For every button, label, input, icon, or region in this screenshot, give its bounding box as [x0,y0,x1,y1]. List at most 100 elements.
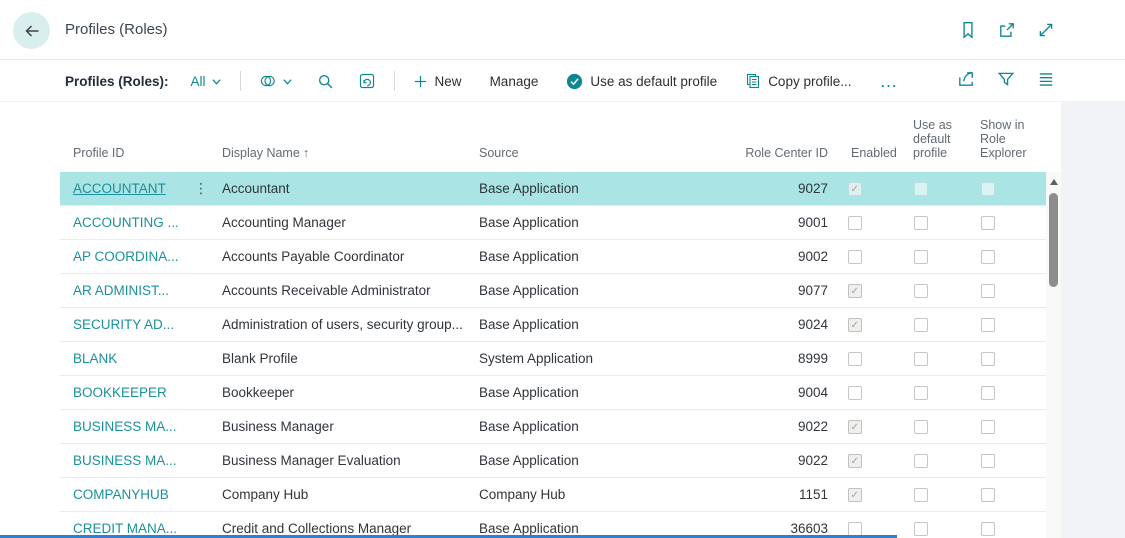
table-row[interactable]: AR ADMINIST... Accounts Receivable Admin… [60,274,1046,308]
back-button[interactable] [13,12,50,49]
table-row[interactable]: ACCOUNTANT ⋮ Accountant Base Application… [60,172,1046,206]
column-header-display-name[interactable]: Display Name↑ [222,146,309,160]
role-center-id-cell[interactable]: 9001 [700,206,828,239]
enabled-checkbox[interactable] [848,216,862,230]
copy-profile-button[interactable]: Copy profile... [745,73,851,89]
display-name-cell[interactable]: Business Manager [222,410,470,443]
use-as-default-checkbox[interactable] [914,284,928,298]
row-menu-icon[interactable] [190,240,212,273]
show-in-role-explorer-checkbox[interactable] [981,216,995,230]
table-row[interactable]: BLANK Blank Profile System Application 8… [60,342,1046,376]
display-name-cell[interactable]: Accounts Receivable Administrator [222,274,470,307]
enabled-checkbox[interactable] [848,352,862,366]
bookmark-icon[interactable] [959,21,977,39]
column-header-show-in-role-explorer[interactable]: Show in Role Explorer [980,118,1036,160]
row-menu-icon[interactable] [190,274,212,307]
enabled-checkbox[interactable] [848,420,862,434]
show-in-role-explorer-checkbox[interactable] [981,454,995,468]
row-menu-icon[interactable] [190,410,212,443]
enabled-checkbox[interactable] [848,522,862,536]
table-row[interactable]: BUSINESS MA... Business Manager Evaluati… [60,444,1046,478]
row-menu-icon[interactable] [190,444,212,477]
enabled-checkbox[interactable] [848,318,862,332]
use-as-default-checkbox[interactable] [914,250,928,264]
profile-id-link[interactable]: ACCOUNTING ... [73,206,189,239]
row-menu-icon[interactable] [190,478,212,511]
show-in-role-explorer-checkbox[interactable] [981,182,995,196]
column-header-enabled[interactable]: Enabled [851,146,897,160]
enabled-checkbox[interactable] [848,284,862,298]
enabled-checkbox[interactable] [848,386,862,400]
use-as-default-profile-button[interactable]: Use as default profile [566,73,717,90]
profile-id-link[interactable]: ACCOUNTANT [73,172,189,205]
use-as-default-checkbox[interactable] [914,352,928,366]
role-center-id-cell[interactable]: 9002 [700,240,828,273]
source-cell[interactable]: Base Application [479,376,689,409]
role-center-id-cell[interactable]: 1151 [700,478,828,511]
enabled-checkbox[interactable] [848,182,862,196]
row-menu-icon[interactable] [190,308,212,341]
display-name-cell[interactable]: Accounts Payable Coordinator [222,240,470,273]
table-row[interactable]: ACCOUNTING ... Accounting Manager Base A… [60,206,1046,240]
show-in-role-explorer-checkbox[interactable] [981,488,995,502]
source-cell[interactable]: Company Hub [479,478,689,511]
manage-button[interactable]: Manage [490,74,539,89]
use-as-default-checkbox[interactable] [914,386,928,400]
use-as-default-checkbox[interactable] [914,454,928,468]
source-cell[interactable]: Base Application [479,172,689,205]
profile-id-link[interactable]: BUSINESS MA... [73,410,189,443]
display-name-cell[interactable]: Accountant [222,172,470,205]
source-cell[interactable]: Base Application [479,274,689,307]
use-as-default-checkbox[interactable] [914,522,928,536]
search-icon[interactable] [317,73,334,90]
use-as-default-checkbox[interactable] [914,182,928,196]
role-center-id-cell[interactable]: 8999 [700,342,828,375]
role-center-id-cell[interactable]: 9004 [700,376,828,409]
analyze-icon[interactable] [358,72,376,90]
show-in-role-explorer-checkbox[interactable] [981,386,995,400]
show-in-role-explorer-checkbox[interactable] [981,318,995,332]
column-header-profile-id[interactable]: Profile ID [73,146,124,160]
profile-id-link[interactable]: AP COORDINA... [73,240,189,273]
share-icon[interactable] [957,70,975,88]
source-cell[interactable]: Base Application [479,444,689,477]
use-as-default-checkbox[interactable] [914,488,928,502]
open-in-new-window-icon[interactable] [998,21,1016,39]
view-filter-dropdown[interactable]: All [191,74,222,89]
display-name-cell[interactable]: Company Hub [222,478,470,511]
display-name-cell[interactable]: Business Manager Evaluation [222,444,470,477]
source-cell[interactable]: Base Application [479,206,689,239]
profile-id-link[interactable]: COMPANYHUB [73,478,189,511]
enabled-checkbox[interactable] [848,250,862,264]
source-cell[interactable]: System Application [479,342,689,375]
enabled-checkbox[interactable] [848,454,862,468]
source-cell[interactable]: Base Application [479,308,689,341]
display-name-cell[interactable]: Bookkeeper [222,376,470,409]
filter-icon[interactable] [997,70,1015,88]
column-header-role-center-id[interactable]: Role Center ID [700,146,828,160]
table-row[interactable]: BUSINESS MA... Business Manager Base App… [60,410,1046,444]
profile-id-link[interactable]: BUSINESS MA... [73,444,189,477]
scrollbar-thumb[interactable] [1049,193,1058,287]
show-in-role-explorer-checkbox[interactable] [981,352,995,366]
show-in-role-explorer-checkbox[interactable] [981,420,995,434]
source-cell[interactable]: Base Application [479,410,689,443]
new-button[interactable]: New [413,74,462,89]
use-as-default-checkbox[interactable] [914,318,928,332]
show-in-role-explorer-checkbox[interactable] [981,522,995,536]
display-name-cell[interactable]: Accounting Manager [222,206,470,239]
row-menu-icon[interactable] [190,206,212,239]
row-menu-icon[interactable]: ⋮ [190,172,212,205]
list-view-icon[interactable] [1037,70,1055,88]
row-menu-icon[interactable] [190,376,212,409]
show-in-role-explorer-checkbox[interactable] [981,250,995,264]
role-center-id-cell[interactable]: 9022 [700,410,828,443]
row-menu-icon[interactable] [190,342,212,375]
use-as-default-checkbox[interactable] [914,216,928,230]
profile-id-link[interactable]: SECURITY AD... [73,308,189,341]
source-cell[interactable]: Base Application [479,240,689,273]
role-center-id-cell[interactable]: 9077 [700,274,828,307]
table-row[interactable]: SECURITY AD... Administration of users, … [60,308,1046,342]
vertical-scrollbar[interactable] [1046,172,1061,538]
scroll-up-arrow-icon[interactable] [1050,179,1058,185]
